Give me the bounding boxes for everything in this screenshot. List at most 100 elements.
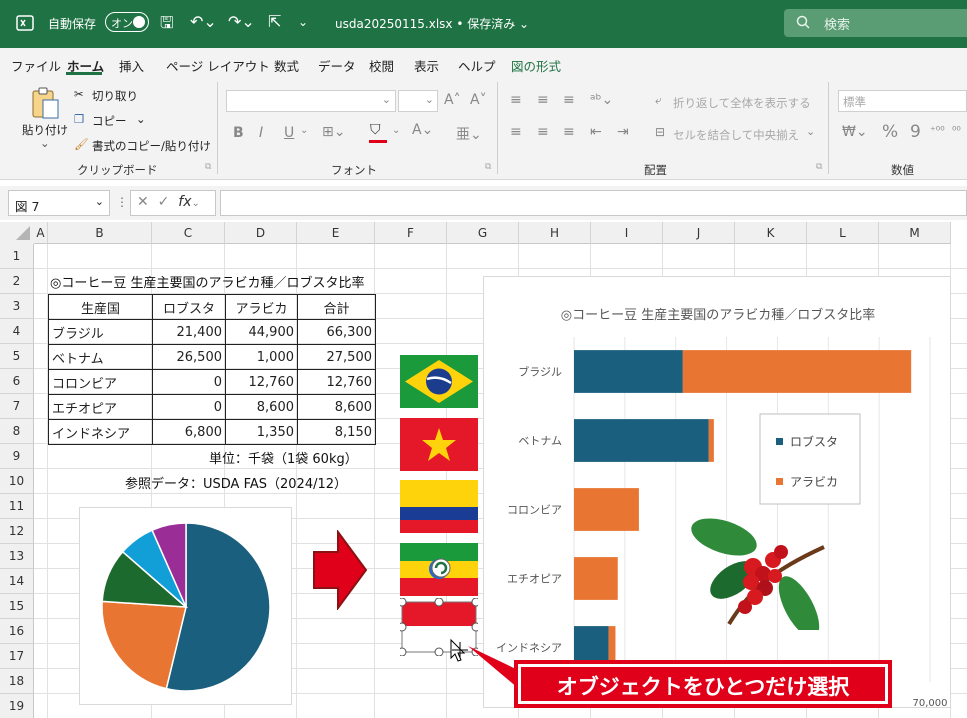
country-cell[interactable]: コロンビア	[48, 369, 153, 395]
country-cell[interactable]: ブラジル	[48, 319, 153, 345]
column-header-J[interactable]: J	[663, 222, 735, 244]
total-cell[interactable]: 27,500	[297, 344, 376, 370]
clipboard-launcher-icon[interactable]: ⧉	[205, 162, 211, 172]
brazil-flag-image[interactable]	[400, 355, 478, 408]
undo-icon[interactable]: ↶⌄	[190, 12, 217, 31]
save-icon[interactable]: 🖫	[160, 12, 174, 39]
cancel-entry-icon[interactable]: ✕	[137, 194, 149, 210]
row-header-4[interactable]: 4	[0, 319, 34, 344]
robusta-cell[interactable]: 21,400	[152, 319, 226, 345]
cut-button[interactable]: 切り取り	[92, 88, 138, 104]
align-center-icon[interactable]: ≡	[537, 124, 549, 140]
row-header-9[interactable]: 9	[0, 444, 34, 469]
tab-formulas[interactable]: 数式	[274, 56, 299, 75]
fill-color-icon[interactable]: ⛉	[370, 122, 381, 138]
country-cell[interactable]: インドネシア	[48, 419, 153, 445]
rotate-handle-icon[interactable]	[430, 557, 452, 579]
borders-icon[interactable]: ⊞⌄	[322, 124, 345, 140]
pie-chart[interactable]	[79, 507, 292, 705]
robusta-cell[interactable]: 0	[152, 369, 226, 395]
column-header-L[interactable]: L	[807, 222, 879, 244]
accounting-icon[interactable]: ₩⌄	[842, 124, 868, 140]
tab-insert[interactable]: 挿入	[119, 56, 144, 75]
vietnam-flag-image[interactable]	[400, 418, 478, 471]
row-header-12[interactable]: 12	[0, 519, 34, 544]
more-icon[interactable]: ⋮	[116, 195, 128, 209]
tab-help[interactable]: ヘルプ	[458, 56, 496, 75]
row-header-18[interactable]: 18	[0, 669, 34, 694]
column-header-C[interactable]: C	[152, 222, 225, 244]
wrap-text-icon[interactable]: ⤶	[655, 93, 662, 108]
align-top-icon[interactable]: ≡	[510, 92, 522, 108]
header-robusta[interactable]: ロブスタ	[152, 294, 226, 320]
tab-page-layout[interactable]: ページ レイアウト	[166, 56, 270, 75]
format-painter-icon[interactable]: 🖌	[74, 137, 89, 151]
column-header-B[interactable]: B	[48, 222, 152, 244]
paste-dropdown-icon[interactable]: ⌄	[40, 136, 50, 150]
align-left-icon[interactable]: ≡	[510, 124, 522, 140]
tab-file[interactable]: ファイル	[11, 56, 61, 75]
total-cell[interactable]: 8,600	[297, 394, 376, 420]
row-header-10[interactable]: 10	[0, 469, 34, 494]
copy-button[interactable]: コピー	[92, 113, 127, 129]
select-all-corner[interactable]	[0, 222, 34, 244]
name-box-dropdown-icon[interactable]: ⌄	[95, 195, 104, 208]
column-header-F[interactable]: F	[375, 222, 447, 244]
row-header-3[interactable]: 3	[0, 294, 34, 319]
header-country[interactable]: 生産国	[48, 294, 153, 320]
font-size-select[interactable]: ⌄	[398, 90, 438, 112]
orientation-icon[interactable]: ᵃᵇ⌄	[590, 92, 613, 108]
font-color-icon[interactable]: A⌄	[412, 122, 433, 138]
font-name-select[interactable]: ⌄	[226, 90, 396, 112]
row-header-14[interactable]: 14	[0, 569, 34, 594]
column-header-G[interactable]: G	[447, 222, 519, 244]
percent-icon[interactable]: %	[882, 122, 898, 142]
country-cell[interactable]: ベトナム	[48, 344, 153, 370]
arabica-cell[interactable]: 12,760	[225, 369, 298, 395]
copy-dropdown-icon[interactable]: ⌄	[136, 112, 146, 126]
alignment-launcher-icon[interactable]: ⧉	[816, 162, 822, 172]
row-header-2[interactable]: 2	[0, 269, 34, 294]
column-header-I[interactable]: I	[591, 222, 663, 244]
arabica-cell[interactable]: 1,000	[225, 344, 298, 370]
column-header-D[interactable]: D	[225, 222, 297, 244]
total-cell[interactable]: 66,300	[297, 319, 376, 345]
column-header-M[interactable]: M	[879, 222, 951, 244]
align-middle-icon[interactable]: ≡	[537, 92, 549, 108]
column-header-K[interactable]: K	[735, 222, 807, 244]
arabica-cell[interactable]: 1,350	[225, 419, 298, 445]
merge-center-icon[interactable]: ⊟	[655, 125, 665, 139]
row-header-19[interactable]: 19	[0, 694, 34, 718]
align-bottom-icon[interactable]: ≡	[563, 92, 575, 108]
arabica-cell[interactable]: 44,900	[225, 319, 298, 345]
decrease-indent-icon[interactable]: ⇤	[590, 124, 602, 140]
country-cell[interactable]: エチオピア	[48, 394, 153, 420]
column-header-H[interactable]: H	[519, 222, 591, 244]
robusta-cell[interactable]: 6,800	[152, 419, 226, 445]
customize-qat-icon[interactable]: ⌄	[298, 15, 308, 29]
italic-icon[interactable]: I	[259, 125, 263, 141]
decrease-font-icon[interactable]: A˅	[470, 92, 487, 108]
header-arabica[interactable]: アラビカ	[225, 294, 298, 320]
tab-data[interactable]: データ	[318, 56, 356, 75]
font-launcher-icon[interactable]: ⧉	[485, 162, 491, 172]
file-name[interactable]: usda20250115.xlsx • 保存済み ⌄	[335, 15, 529, 32]
row-header-11[interactable]: 11	[0, 494, 34, 519]
formula-input[interactable]	[220, 190, 967, 216]
confirm-entry-icon[interactable]: ✓	[158, 194, 170, 210]
tab-view[interactable]: 表示	[414, 56, 439, 75]
row-header-6[interactable]: 6	[0, 369, 34, 394]
wrap-text-button[interactable]: 折り返して全体を表示する	[673, 95, 811, 111]
tab-review[interactable]: 校閲	[369, 56, 394, 75]
align-right-icon[interactable]: ≡	[563, 124, 575, 140]
robusta-cell[interactable]: 0	[152, 394, 226, 420]
pointer-mode-icon[interactable]: ⇱	[268, 12, 281, 31]
copy-icon[interactable]: ❐	[74, 112, 84, 126]
increase-indent-icon[interactable]: ⇥	[617, 124, 629, 140]
autosave-toggle[interactable]: オン	[105, 12, 149, 32]
phonetic-icon[interactable]: 亜⌄	[456, 124, 482, 144]
robusta-cell[interactable]: 26,500	[152, 344, 226, 370]
insert-function-icon[interactable]: fx	[178, 194, 191, 210]
row-header-1[interactable]: 1	[0, 244, 34, 269]
red-arrow-shape[interactable]	[312, 530, 368, 610]
